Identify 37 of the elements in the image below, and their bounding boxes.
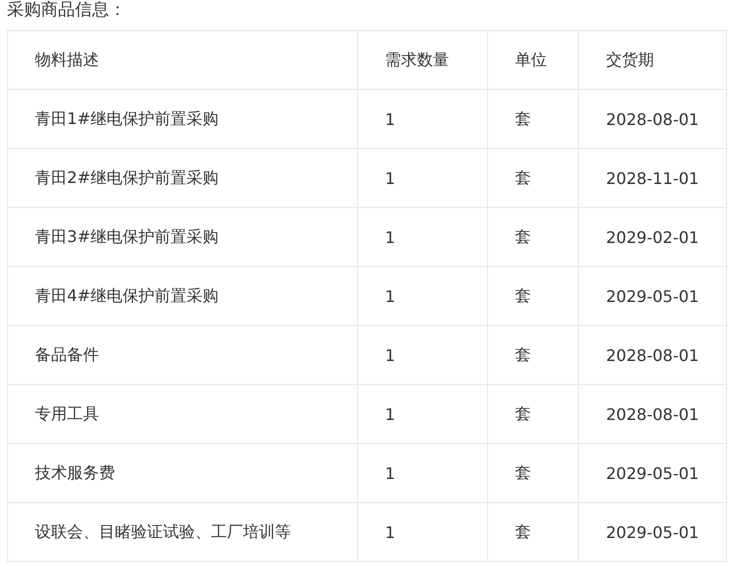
table-cell: 2029-05-01 — [578, 266, 726, 326]
table-cell: 套 — [488, 148, 578, 208]
section-title: 采购商品信息： — [7, 0, 127, 20]
table-cell: 设联会、目睹验证试验、工厂培训等 — [8, 502, 358, 562]
table-cell: 青田3#继电保护前置采购 — [8, 208, 358, 266]
table-cell: 2029-02-01 — [578, 208, 726, 266]
table-cell: 2028-08-01 — [578, 326, 726, 384]
column-header: 交货期 — [578, 30, 726, 90]
table-cell: 套 — [488, 502, 578, 562]
table-cell: 套 — [488, 266, 578, 326]
table-cell: 1 — [358, 208, 488, 266]
table-cell: 1 — [358, 266, 488, 326]
table-cell: 2028-11-01 — [578, 148, 726, 208]
table-cell: 2029-05-01 — [578, 502, 726, 562]
table-cell: 2029-05-01 — [578, 444, 726, 502]
table-cell: 1 — [358, 326, 488, 384]
column-header: 物料描述 — [8, 30, 358, 90]
column-header: 单位 — [488, 30, 578, 90]
table-cell: 1 — [358, 148, 488, 208]
table-cell: 青田2#继电保护前置采购 — [8, 148, 358, 208]
table-cell: 套 — [488, 444, 578, 502]
table-cell: 专用工具 — [8, 384, 358, 444]
table-cell: 备品备件 — [8, 326, 358, 384]
table-cell: 2028-08-01 — [578, 384, 726, 444]
table-cell: 1 — [358, 384, 488, 444]
table-cell: 1 — [358, 444, 488, 502]
table-cell: 套 — [488, 208, 578, 266]
table-cell: 1 — [358, 502, 488, 562]
column-header: 需求数量 — [358, 30, 488, 90]
table-cell: 套 — [488, 90, 578, 148]
table-cell: 青田4#继电保护前置采购 — [8, 266, 358, 326]
table-cell: 青田1#继电保护前置采购 — [8, 90, 358, 148]
table-cell: 1 — [358, 90, 488, 148]
table-cell: 套 — [488, 326, 578, 384]
table-cell: 2028-08-01 — [578, 90, 726, 148]
table-cell: 技术服务费 — [8, 444, 358, 502]
table-cell: 套 — [488, 384, 578, 444]
